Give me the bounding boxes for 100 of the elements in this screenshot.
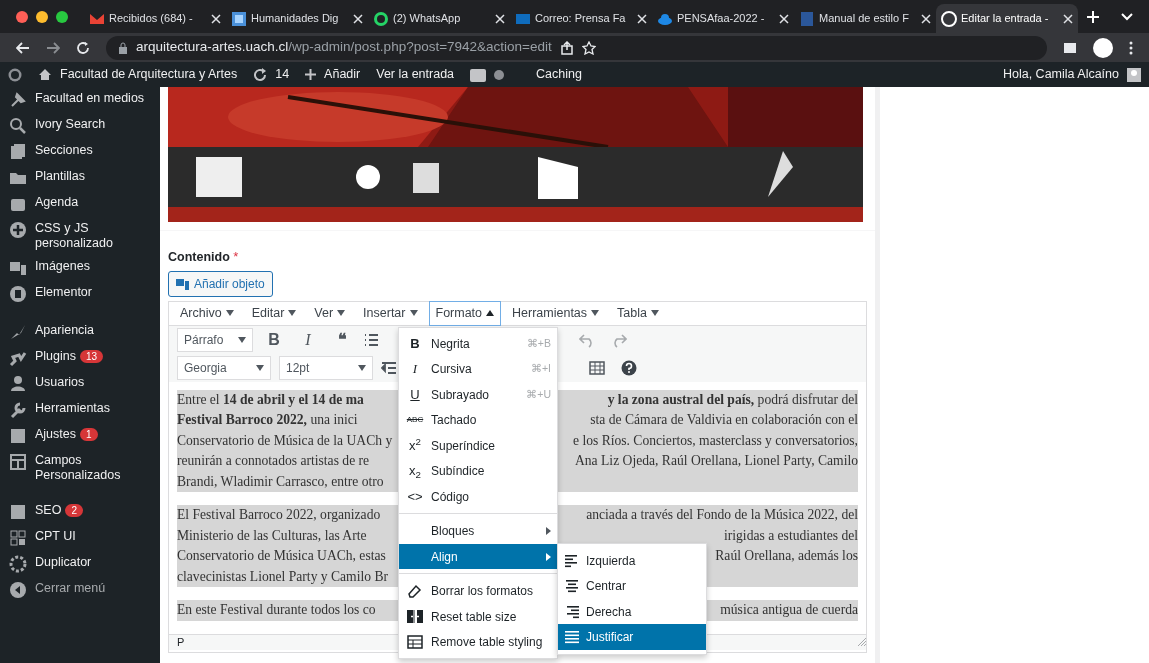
browser-tab[interactable]: Correo: Prensa Fa	[510, 4, 652, 33]
add-media-button[interactable]: Añadir objeto	[168, 270, 273, 297]
browser-tab[interactable]: Editar la entrada -	[936, 4, 1078, 33]
avatar-icon[interactable]	[1127, 67, 1141, 82]
sidebar-item[interactable]: Plugins 13	[0, 345, 160, 371]
count-badge: 2	[65, 504, 83, 517]
menu-tab[interactable]: Editar	[244, 300, 304, 326]
add-new-link[interactable]: Añadir	[324, 65, 361, 84]
menu-item[interactable]: ABC Tachado	[399, 407, 557, 433]
menu-item[interactable]: Borrar los formatos	[399, 578, 557, 604]
resize-handle-icon[interactable]	[858, 638, 866, 647]
menu-item[interactable]: Remove table styling	[399, 629, 557, 655]
forward-arrow-icon[interactable]	[46, 41, 60, 54]
sidebar-item[interactable]: Campos Personalizados	[0, 449, 160, 487]
caching-link[interactable]: Caching	[536, 65, 582, 84]
text-line: Brandi, Wladimir Carrasco, entre otro	[177, 472, 384, 491]
close-icon[interactable]	[1063, 13, 1073, 24]
home-icon[interactable]	[38, 68, 52, 81]
italic-button[interactable]: I	[295, 327, 321, 352]
sidebar-item[interactable]: Ivory Search	[0, 113, 160, 139]
browser-tab[interactable]: Manual de estilo F	[794, 4, 936, 33]
wordpress-logo-icon[interactable]	[8, 67, 22, 82]
grid-icon	[9, 529, 27, 547]
close-icon[interactable]	[637, 13, 647, 24]
sidebar-item[interactable]: Duplicator	[0, 551, 160, 577]
close-icon[interactable]	[353, 13, 363, 24]
sidebar-item[interactable]: Plantillas	[0, 165, 160, 191]
sidebar-item[interactable]: Imágenes	[0, 255, 160, 281]
help-icon[interactable]	[621, 359, 637, 376]
menu-tab[interactable]: Formato	[428, 300, 502, 326]
menu-item[interactable]: Reset table size	[399, 603, 557, 630]
star-icon[interactable]	[581, 40, 596, 55]
refresh-icon[interactable]	[253, 67, 268, 82]
menu-item[interactable]: Bloques	[399, 518, 557, 544]
menu-tab[interactable]: Tabla	[610, 300, 666, 326]
sidebar-item[interactable]: SEO 2	[0, 499, 160, 525]
quote-button[interactable]: ❝	[329, 327, 355, 352]
sidebar-item[interactable]: Elementor	[0, 281, 160, 307]
browser-tab[interactable]: Humanidades Dig	[226, 4, 368, 33]
menu-item[interactable]: Izquierda	[558, 547, 706, 574]
text-line: Festival Barroco 2022, una inici	[177, 411, 358, 430]
sidebar-item[interactable]: Facultad en medios	[0, 87, 160, 113]
address-field[interactable]: arquitectura-artes.uach.cl/wp-admin/post.php?post=7942&action=edit	[106, 35, 1047, 60]
sidebar-toggle-icon[interactable]	[1063, 41, 1077, 54]
avatar-icon[interactable]	[1093, 37, 1113, 58]
dropdown[interactable]: 12pt	[279, 355, 373, 380]
sidebar-item[interactable]: Agenda	[0, 191, 160, 217]
menu-item[interactable]: I Cursiva ⌘+I	[399, 356, 557, 382]
dropdown[interactable]: Georgia	[177, 355, 271, 380]
window-control-icon	[36, 10, 48, 23]
more-icon[interactable]	[1129, 40, 1133, 55]
site-link[interactable]: Facultad de Arquitectura y Artes	[60, 65, 238, 84]
lock-icon	[118, 41, 128, 54]
format-glyph: I	[411, 360, 419, 379]
list-icon[interactable]	[363, 331, 379, 348]
menu-tab[interactable]: Archivo	[173, 300, 241, 326]
close-icon[interactable]	[921, 13, 931, 24]
close-icon[interactable]	[211, 13, 221, 24]
pin-icon	[9, 91, 27, 109]
menu-item[interactable]: U Subrayado ⌘+U	[399, 381, 557, 408]
document-icon	[799, 10, 815, 27]
menu-item[interactable]: Justificar	[558, 624, 706, 650]
sidebar-item[interactable]: CSS y JS personalizado	[0, 217, 160, 255]
menu-item[interactable]: Centrar	[558, 573, 706, 599]
browser-tab[interactable]: (2) WhatsApp	[368, 4, 510, 33]
menu-item[interactable]: Derecha	[558, 598, 706, 625]
menu-tab[interactable]: Insertar	[356, 300, 425, 326]
menu-tab[interactable]: Ver	[307, 300, 353, 326]
menu-item[interactable]: x$^{2}$ Superíndice	[399, 432, 557, 459]
sidebar-item[interactable]: Apariencia	[0, 319, 160, 345]
plus-icon[interactable]	[305, 69, 317, 80]
table-icon[interactable]	[589, 359, 605, 376]
sidebar-item[interactable]: CPT UI	[0, 525, 160, 551]
sidebar-item[interactable]: Usuarios	[0, 371, 160, 397]
close-icon[interactable]	[779, 13, 789, 24]
sidebar-item[interactable]: Ajustes 1	[0, 423, 160, 449]
menu-item[interactable]: B Negrita ⌘+B	[399, 330, 557, 357]
dropdown[interactable]: Párrafo	[177, 327, 253, 352]
share-icon[interactable]	[559, 40, 574, 55]
caret-icon	[238, 336, 246, 343]
chevron-down-icon[interactable]	[1121, 13, 1133, 22]
bold-button[interactable]: B	[261, 327, 287, 352]
sidebar-item[interactable]: Secciones	[0, 139, 160, 165]
sidebar-item[interactable]: Herramientas	[0, 397, 160, 423]
back-arrow-icon[interactable]	[16, 41, 30, 54]
wrench-icon	[9, 401, 27, 419]
greeting-link[interactable]: Hola, Camila Alcaíno	[1002, 65, 1119, 84]
sidebar-item[interactable]: Cerrar menú	[0, 577, 160, 603]
browser-tab[interactable]: Recibidos (684) -	[84, 4, 226, 33]
view-post-link[interactable]: Ver la entrada	[376, 65, 455, 84]
menu-item[interactable]: Align	[399, 543, 557, 570]
menu-item[interactable]: <> Código	[399, 483, 557, 510]
outdent-icon[interactable]	[381, 359, 397, 376]
text-line: Conservatorio de Música de la UACh y	[177, 431, 393, 450]
menu-tab[interactable]: Herramientas	[505, 300, 607, 326]
update-count[interactable]: 14	[275, 65, 290, 84]
browser-tab[interactable]: PENSAfaa-2022 -	[652, 4, 794, 33]
close-icon[interactable]	[495, 13, 505, 24]
reload-icon[interactable]	[76, 40, 90, 55]
menu-item[interactable]: x$_{2}$ Subíndice	[399, 458, 557, 484]
